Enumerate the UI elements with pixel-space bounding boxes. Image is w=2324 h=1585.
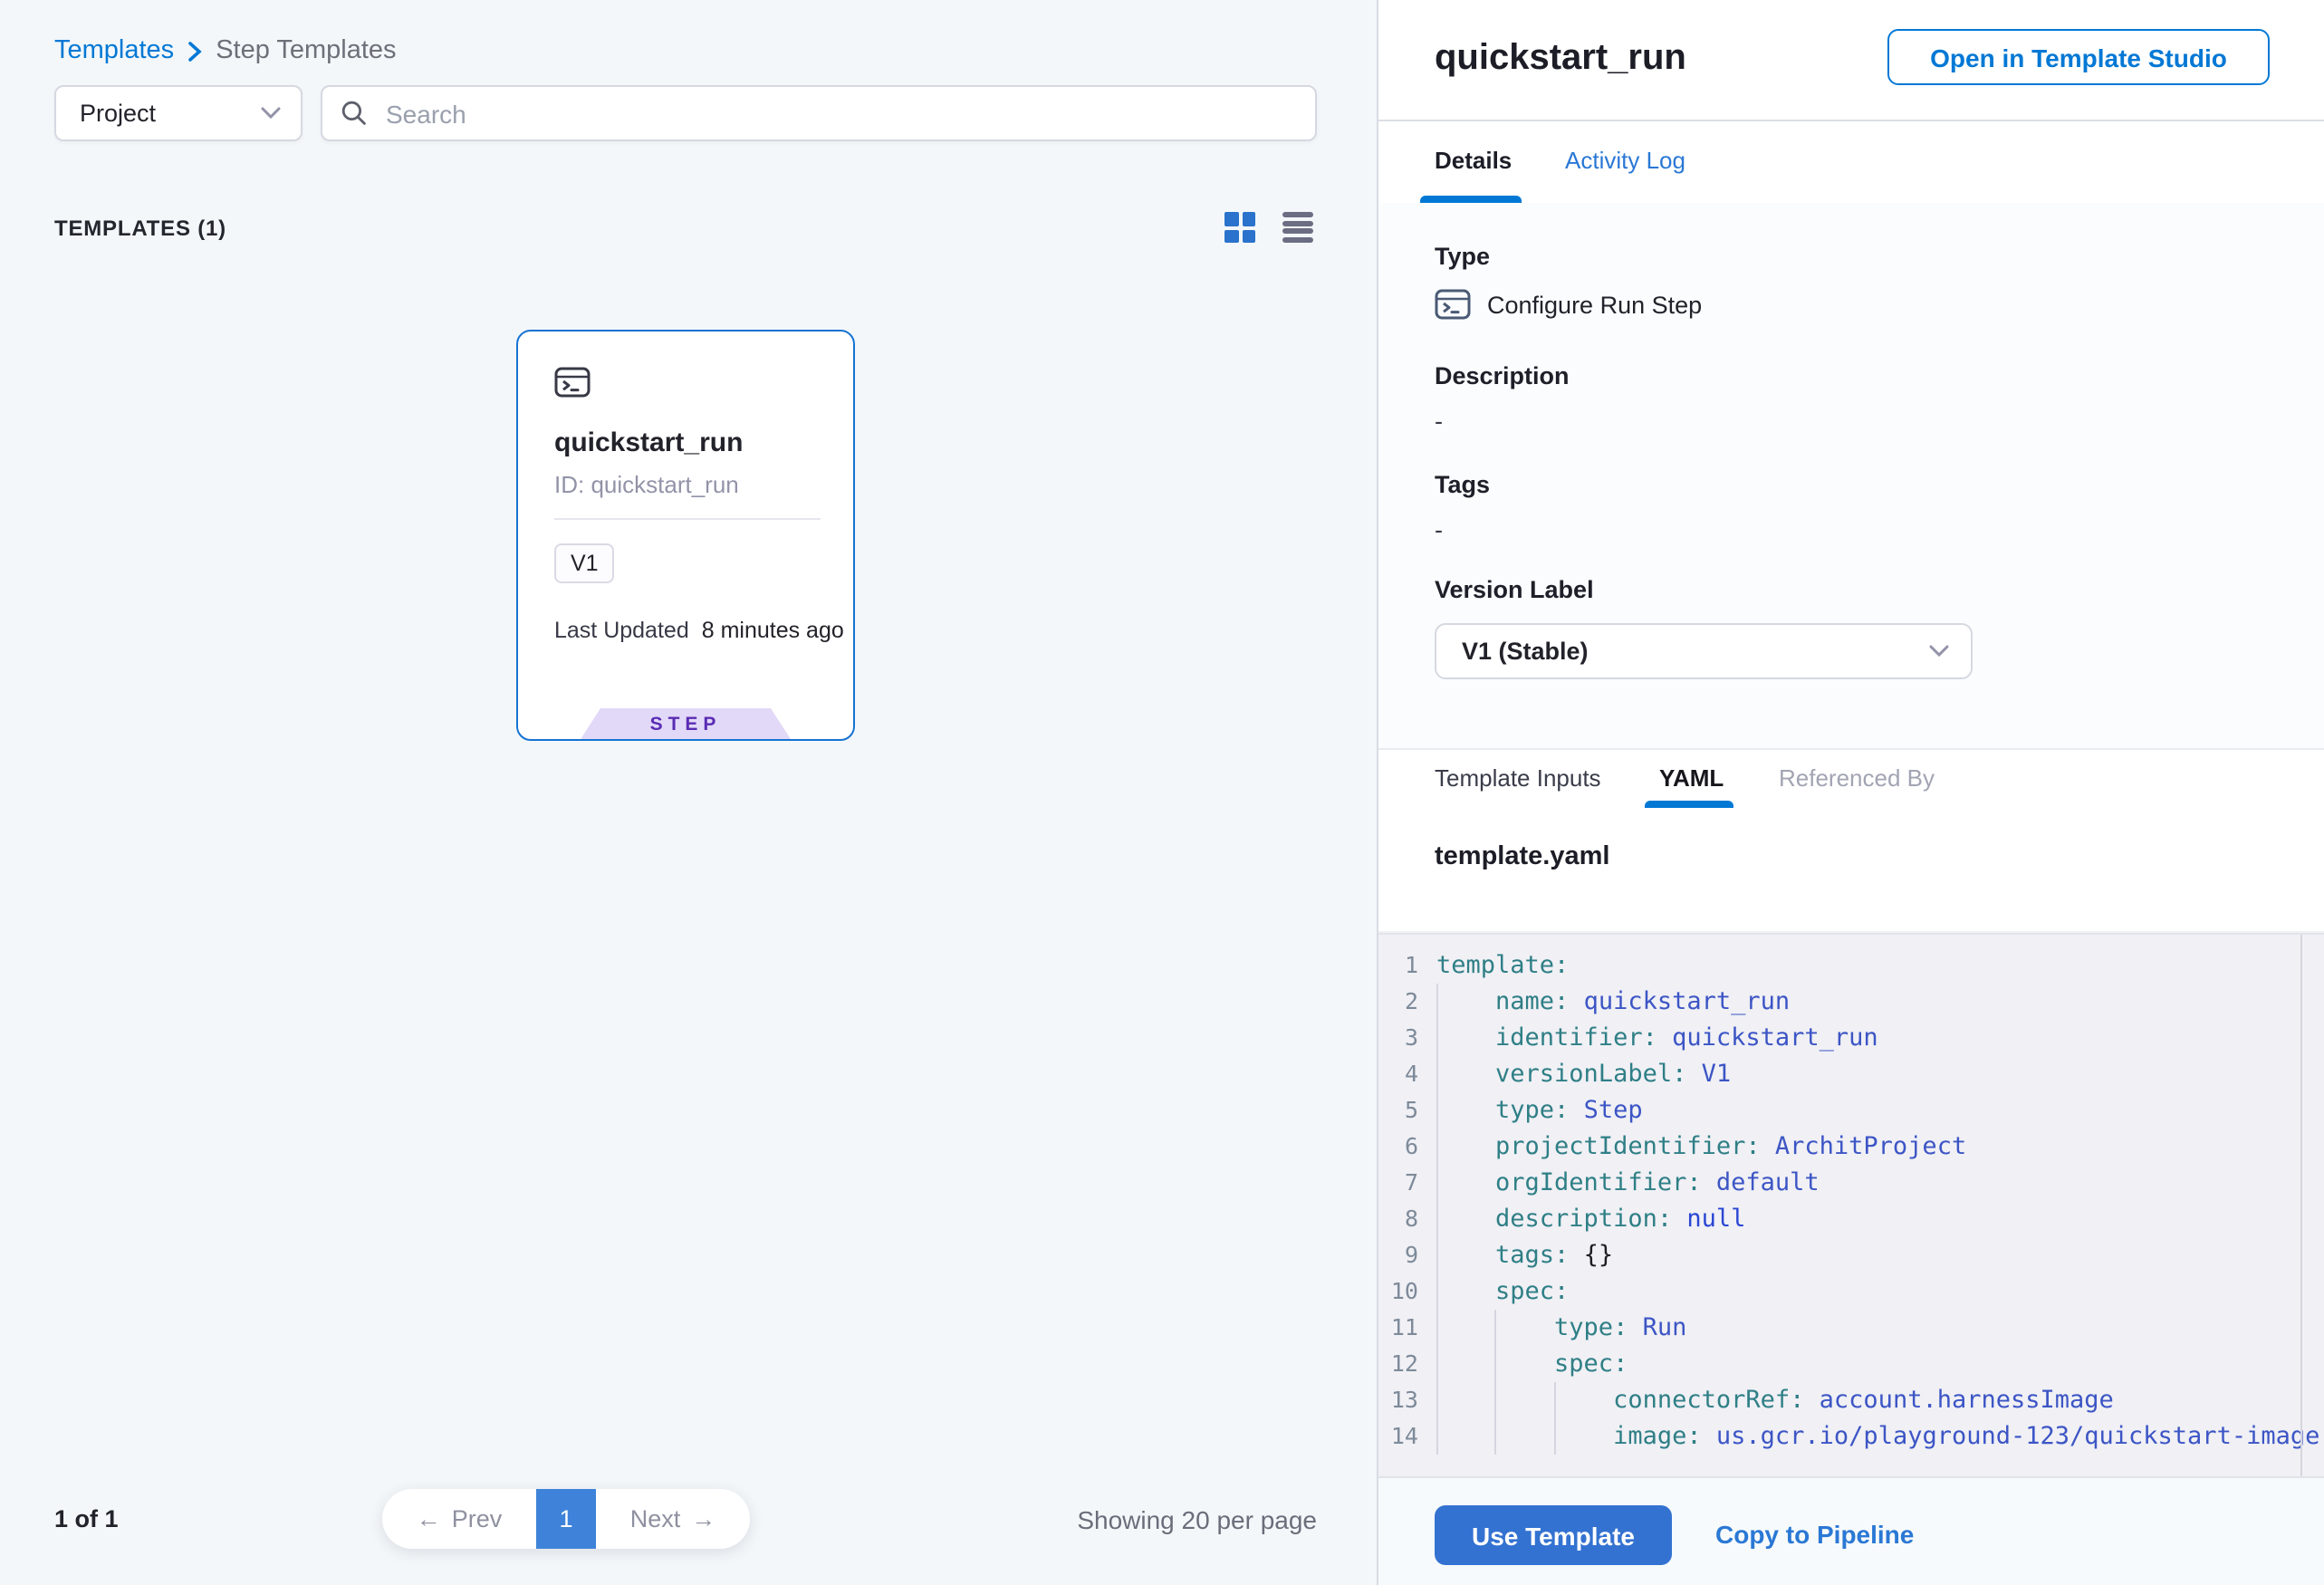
use-template-button[interactable]: Use Template	[1435, 1505, 1672, 1565]
search-box	[321, 85, 1317, 141]
list-view-icon[interactable]	[1282, 212, 1313, 243]
yaml-editor[interactable]: 1template:2 name: quickstart_run3 identi…	[1378, 933, 2324, 1478]
code-line: 11 type: Run	[1378, 1310, 2324, 1346]
yaml-title-row: template.yaml	[1378, 808, 2324, 933]
template-card[interactable]: quickstart_run ID: quickstart_run V1 Las…	[516, 330, 855, 741]
indent-guide	[1554, 1382, 1556, 1455]
panel-title: quickstart_run	[1435, 38, 1686, 80]
code-line: 6 projectIdentifier: ArchitProject	[1378, 1129, 2324, 1165]
grid-view-icon[interactable]	[1224, 212, 1255, 243]
code-line: 5 type: Step	[1378, 1092, 2324, 1129]
version-badge: V1	[554, 543, 615, 583]
search-icon	[341, 100, 368, 127]
tags-label: Tags	[1435, 471, 1490, 498]
active-tab-underline	[1420, 196, 1522, 203]
breadcrumb-chevron-icon	[187, 41, 203, 61]
code-line: 8 description: null	[1378, 1201, 2324, 1237]
card-divider	[554, 518, 821, 520]
type-value: Configure Run Step	[1487, 291, 1702, 318]
indent-guide	[1494, 1310, 1496, 1455]
page-summary: 1 of 1	[54, 1505, 119, 1532]
run-step-icon	[554, 364, 591, 400]
version-select-value: V1 (Stable)	[1462, 638, 1589, 665]
last-updated-value: 8 minutes ago	[702, 618, 844, 643]
templates-page: Templates Step Templates Project TEMPLAT…	[0, 0, 2324, 1585]
arrow-left-icon: ←	[417, 1505, 441, 1532]
content-subtabs: Template Inputs YAML Referenced By	[1378, 748, 2324, 808]
editor-scrollbar[interactable]	[2300, 935, 2302, 1476]
details-tabs: Details Activity Log	[1378, 121, 2324, 203]
code-line: 7 orgIdentifier: default	[1378, 1165, 2324, 1201]
next-page-button[interactable]: Next →	[596, 1489, 750, 1549]
pager: ← Prev 1 Next →	[382, 1489, 750, 1549]
code-line: 14 image: us.gcr.io/playground-123/quick…	[1378, 1418, 2324, 1455]
prev-page-button[interactable]: ← Prev	[382, 1489, 536, 1549]
per-page-label: Showing 20 per page	[864, 1505, 1317, 1534]
code-line: 9 tags: {}	[1378, 1237, 2324, 1273]
code-line: 12 spec:	[1378, 1346, 2324, 1382]
page-1-button[interactable]: 1	[536, 1489, 596, 1549]
code-line: 2 name: quickstart_run	[1378, 984, 2324, 1020]
description-label: Description	[1435, 362, 1570, 389]
card-last-updated: Last Updated 8 minutes ago	[554, 618, 844, 643]
code-line: 10 spec:	[1378, 1273, 2324, 1310]
tab-yaml[interactable]: YAML	[1659, 764, 1724, 792]
step-type-badge: STEP	[581, 708, 791, 739]
tab-activity-log[interactable]: Activity Log	[1565, 147, 1685, 174]
panel-header: quickstart_run Open in Template Studio	[1378, 0, 2324, 121]
templates-count-label: TEMPLATES (1)	[54, 216, 226, 241]
indent-guide	[1436, 984, 1438, 1455]
code-line: 3 identifier: quickstart_run	[1378, 1020, 2324, 1056]
open-in-template-studio-button[interactable]: Open in Template Studio	[1887, 29, 2270, 85]
scope-select[interactable]: Project	[54, 85, 303, 141]
code-lines: 1template:2 name: quickstart_run3 identi…	[1378, 947, 2324, 1455]
chevron-down-icon	[1929, 645, 1949, 658]
type-label: Type	[1435, 243, 1490, 270]
run-step-icon	[1435, 286, 1471, 322]
view-toggle	[1224, 212, 1313, 243]
last-updated-label: Last Updated	[554, 618, 689, 643]
next-label: Next	[630, 1505, 681, 1532]
breadcrumb-current: Step Templates	[216, 36, 396, 65]
version-label: Version Label	[1435, 576, 1594, 603]
tab-referenced-by[interactable]: Referenced By	[1779, 764, 1935, 792]
prev-label: Prev	[452, 1505, 503, 1532]
chevron-down-icon	[261, 107, 281, 120]
type-value-row: Configure Run Step	[1435, 286, 1702, 322]
breadcrumb-templates-link[interactable]: Templates	[54, 36, 174, 65]
code-line: 4 versionLabel: V1	[1378, 1056, 2324, 1092]
panel-footer: Use Template Copy to Pipeline	[1378, 1478, 2324, 1585]
description-value: -	[1435, 408, 1443, 435]
search-input[interactable]	[382, 97, 1297, 130]
version-select[interactable]: V1 (Stable)	[1435, 623, 1973, 679]
copy-to-pipeline-link[interactable]: Copy to Pipeline	[1715, 1520, 1914, 1549]
tab-details[interactable]: Details	[1435, 147, 1512, 174]
active-subtab-underline	[1645, 801, 1733, 808]
details-section: Type Configure Run Step Description - Ta…	[1378, 203, 2324, 748]
card-id: ID: quickstart_run	[554, 471, 739, 498]
code-line: 13 connectorRef: account.harnessImage	[1378, 1382, 2324, 1418]
code-line: 1template:	[1378, 947, 2324, 984]
yaml-file-name: template.yaml	[1435, 842, 1609, 871]
tab-template-inputs[interactable]: Template Inputs	[1435, 764, 1601, 792]
tags-value: -	[1435, 516, 1443, 543]
scope-select-value: Project	[80, 100, 156, 127]
templates-list-panel: Templates Step Templates Project TEMPLAT…	[0, 0, 1378, 1585]
arrow-right-icon: →	[691, 1505, 715, 1532]
breadcrumb: Templates Step Templates	[54, 36, 397, 65]
card-title: quickstart_run	[554, 427, 743, 458]
template-details-panel: quickstart_run Open in Template Studio D…	[1378, 0, 2324, 1585]
